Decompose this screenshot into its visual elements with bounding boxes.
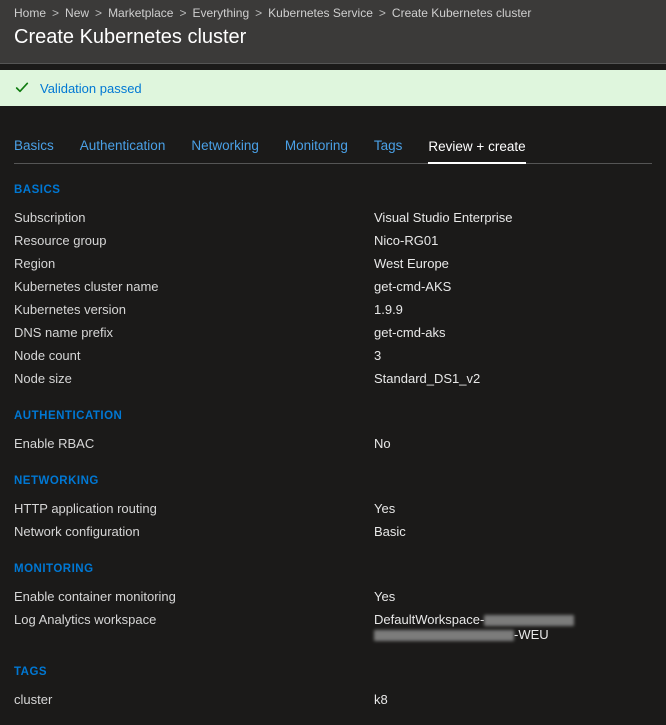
tab-tags[interactable]: Tags <box>374 130 403 163</box>
kv-row: cluster k8 <box>14 688 652 711</box>
top-bar: Home > New > Marketplace > Everything > … <box>0 0 666 64</box>
tabs: Basics Authentication Networking Monitor… <box>14 130 652 164</box>
kv-value: Standard_DS1_v2 <box>374 371 652 386</box>
kv-row: Node size Standard_DS1_v2 <box>14 367 652 390</box>
kv-value: k8 <box>374 692 652 707</box>
kv-value: Visual Studio Enterprise <box>374 210 652 225</box>
kv-value: 3 <box>374 348 652 363</box>
kv-value: Basic <box>374 524 652 539</box>
kv-value: 1.9.9 <box>374 302 652 317</box>
breadcrumb-item[interactable]: New <box>65 6 89 20</box>
kv-row: Enable RBAC No <box>14 432 652 455</box>
kv-row: Log Analytics workspace DefaultWorkspace… <box>14 608 652 646</box>
section-heading-monitoring: MONITORING <box>14 563 652 575</box>
tab-review-create[interactable]: Review + create <box>428 131 525 164</box>
section-heading-basics: BASICS <box>14 184 652 196</box>
kv-value: get-cmd-aks <box>374 325 652 340</box>
kv-key: HTTP application routing <box>14 501 374 516</box>
kv-key: Enable RBAC <box>14 436 374 451</box>
kv-value: Yes <box>374 501 652 516</box>
kv-key: Region <box>14 256 374 271</box>
kv-row: Enable container monitoring Yes <box>14 585 652 608</box>
tab-basics[interactable]: Basics <box>14 130 54 163</box>
page-title: Create Kubernetes cluster <box>14 26 652 57</box>
kv-key: Enable container monitoring <box>14 589 374 604</box>
redacted-text <box>374 630 514 641</box>
kv-row: Node count 3 <box>14 344 652 367</box>
kv-key: Node count <box>14 348 374 363</box>
kv-value-redacted: DefaultWorkspace- -WEU <box>374 612 652 642</box>
breadcrumb-item[interactable]: Everything <box>192 6 249 20</box>
chevron-right-icon: > <box>95 6 102 20</box>
kv-key: Subscription <box>14 210 374 225</box>
breadcrumb: Home > New > Marketplace > Everything > … <box>14 6 652 20</box>
breadcrumb-item[interactable]: Kubernetes Service <box>268 6 373 20</box>
kv-row: Network configuration Basic <box>14 520 652 543</box>
kv-key: Log Analytics workspace <box>14 612 374 642</box>
kv-value: Nico-RG01 <box>374 233 652 248</box>
section-heading-authentication: AUTHENTICATION <box>14 410 652 422</box>
kv-value-prefix: DefaultWorkspace- <box>374 612 484 627</box>
section-heading-tags: TAGS <box>14 666 652 678</box>
kv-key: DNS name prefix <box>14 325 374 340</box>
content: Basics Authentication Networking Monitor… <box>0 130 666 725</box>
breadcrumb-item[interactable]: Home <box>14 6 46 20</box>
kv-key: Resource group <box>14 233 374 248</box>
check-icon <box>14 80 30 96</box>
chevron-right-icon: > <box>52 6 59 20</box>
kv-value: Yes <box>374 589 652 604</box>
chevron-right-icon: > <box>255 6 262 20</box>
chevron-right-icon: > <box>179 6 186 20</box>
validation-banner: Validation passed <box>0 70 666 106</box>
breadcrumb-item[interactable]: Create Kubernetes cluster <box>392 6 531 20</box>
kv-value-suffix: -WEU <box>514 627 549 642</box>
redacted-text <box>484 615 574 626</box>
chevron-right-icon: > <box>379 6 386 20</box>
kv-key: Kubernetes version <box>14 302 374 317</box>
kv-row: Kubernetes version 1.9.9 <box>14 298 652 321</box>
kv-key: Network configuration <box>14 524 374 539</box>
kv-key: cluster <box>14 692 374 707</box>
validation-message: Validation passed <box>40 81 142 96</box>
kv-value: No <box>374 436 652 451</box>
kv-key: Node size <box>14 371 374 386</box>
kv-key: Kubernetes cluster name <box>14 279 374 294</box>
tab-networking[interactable]: Networking <box>191 130 259 163</box>
tab-authentication[interactable]: Authentication <box>80 130 166 163</box>
breadcrumb-item[interactable]: Marketplace <box>108 6 173 20</box>
tab-monitoring[interactable]: Monitoring <box>285 130 348 163</box>
section-heading-networking: NETWORKING <box>14 475 652 487</box>
kv-value: West Europe <box>374 256 652 271</box>
kv-row: DNS name prefix get-cmd-aks <box>14 321 652 344</box>
kv-row: Region West Europe <box>14 252 652 275</box>
kv-row: Subscription Visual Studio Enterprise <box>14 206 652 229</box>
kv-row: HTTP application routing Yes <box>14 497 652 520</box>
kv-value: get-cmd-AKS <box>374 279 652 294</box>
kv-row: Resource group Nico-RG01 <box>14 229 652 252</box>
kv-row: Kubernetes cluster name get-cmd-AKS <box>14 275 652 298</box>
